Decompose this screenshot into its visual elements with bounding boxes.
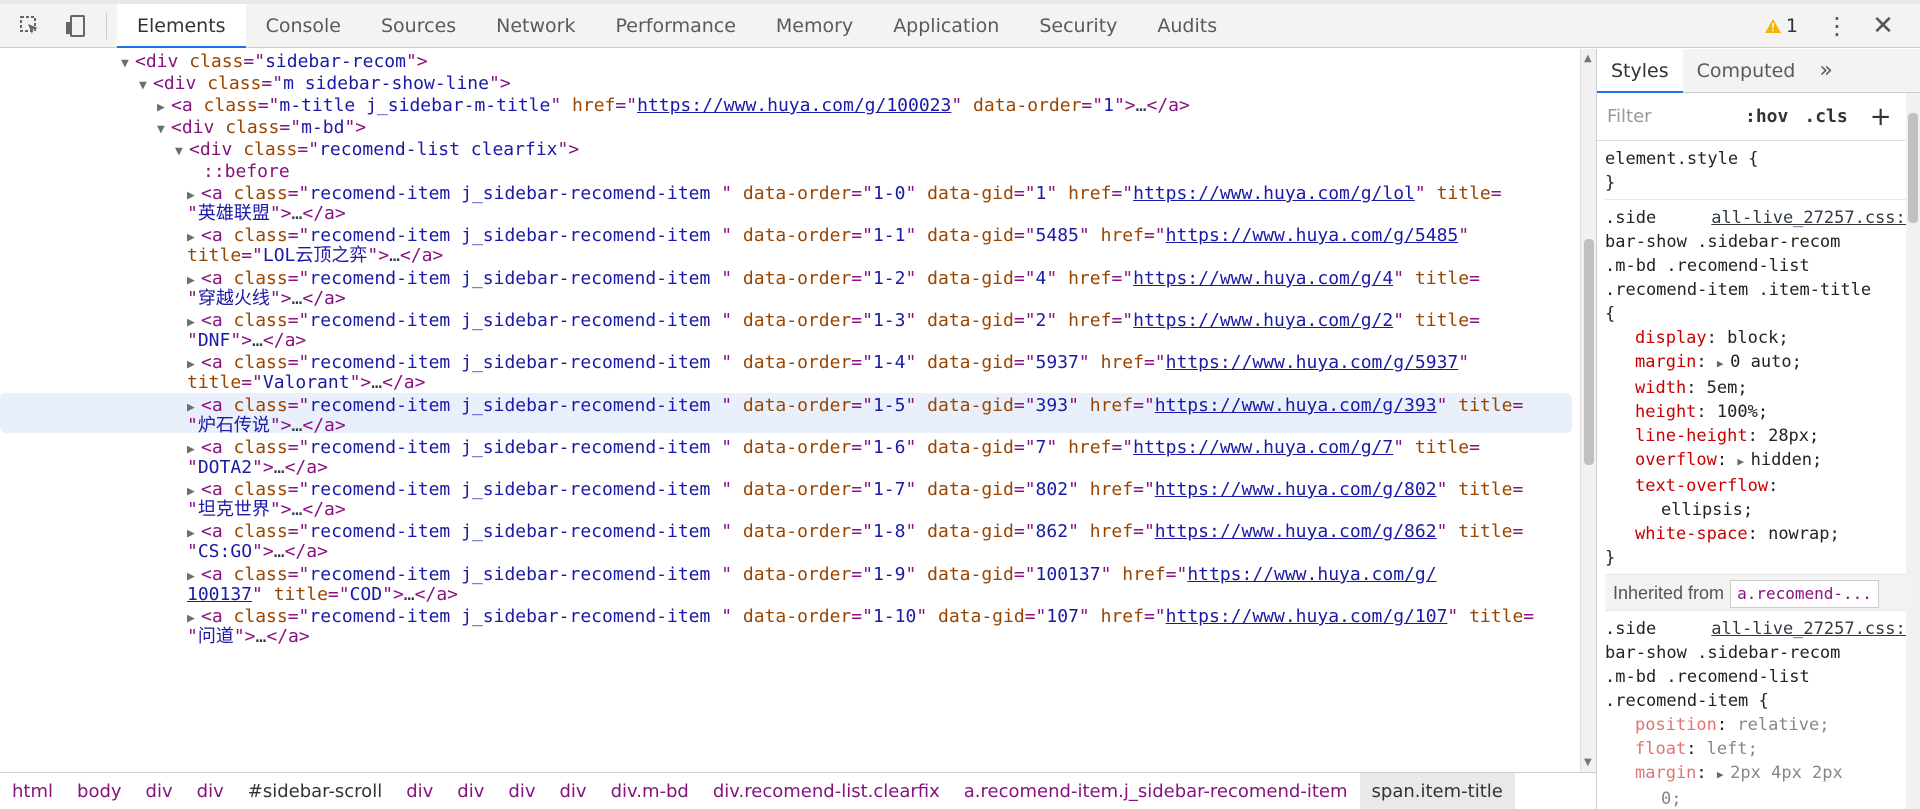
breadcrumb-item[interactable]: div	[185, 773, 236, 809]
tab-elements[interactable]: Elements	[117, 3, 246, 48]
breadcrumb-item[interactable]: div	[496, 773, 547, 809]
css-property[interactable]: ellipsis;	[1605, 498, 1920, 522]
css-property[interactable]: float: left;	[1605, 737, 1920, 761]
css-property[interactable]: margin: ▶ 2px 4px 2px	[1605, 761, 1920, 787]
more-options-icon[interactable]: ⋮	[1822, 12, 1852, 40]
styles-filter-input[interactable]: Filter	[1607, 106, 1727, 127]
tab-audits[interactable]: Audits	[1137, 4, 1237, 48]
css-property[interactable]: margin: ▶ 0 auto;	[1605, 350, 1920, 376]
inherited-element-link[interactable]: a.recomend-...	[1730, 580, 1879, 608]
breadcrumb-item[interactable]: div.recomend-list.clearfix	[701, 773, 952, 809]
toolbar-divider	[106, 12, 107, 39]
warning-count: 1	[1785, 15, 1798, 37]
breadcrumb-item[interactable]: div	[445, 773, 496, 809]
scroll-up-icon[interactable]: ▲	[1584, 53, 1592, 64]
toolbar-right: 1 ⋮ ✕	[1764, 4, 1920, 48]
tab-network[interactable]: Network	[476, 4, 595, 48]
css-property[interactable]: display: block;	[1605, 326, 1920, 350]
breadcrumb-item[interactable]: a.recomend-item.j_sidebar-recomend-item	[952, 773, 1360, 809]
css-property[interactable]: 0;	[1605, 787, 1920, 809]
rule-source-link[interactable]: all-live_27257.css:1	[1711, 617, 1920, 641]
item-title-value: 穿越火线	[197, 288, 270, 309]
css-property[interactable]: overflow: ▶ hidden;	[1605, 448, 1920, 474]
css-property[interactable]: text-overflow:	[1605, 474, 1920, 498]
styles-pane-tabs: Styles Computed »	[1597, 49, 1920, 93]
warning-icon	[1764, 19, 1781, 33]
tab-console[interactable]: Console	[246, 4, 361, 48]
devtools-toolbar: Elements Console Sources Network Perform…	[0, 3, 1920, 48]
styles-filter-bar: Filter :hov .cls +	[1597, 93, 1920, 141]
expand-shorthand-icon[interactable]: ▶	[1717, 357, 1730, 370]
css-property[interactable]: width: 5em;	[1605, 376, 1920, 400]
tab-security[interactable]: Security	[1019, 4, 1137, 48]
tree-link[interactable]: https://www.huya.com/g/100023	[637, 95, 951, 116]
tab-styles[interactable]: Styles	[1597, 49, 1683, 93]
rule-source-link[interactable]: all-live_27257.css:1	[1711, 206, 1920, 230]
styles-scrollbar[interactable]	[1906, 93, 1920, 809]
new-rule-icon[interactable]: +	[1870, 102, 1892, 132]
breadcrumb-item[interactable]: div.m-bd	[599, 773, 701, 809]
item-title-value: 问道	[197, 626, 234, 647]
more-tabs-icon[interactable]: »	[1809, 58, 1842, 83]
css-property[interactable]: line-height: 28px;	[1605, 424, 1920, 448]
styles-pane: Styles Computed » Filter :hov .cls + ele…	[1596, 49, 1920, 809]
tab-performance[interactable]: Performance	[596, 4, 756, 48]
style-rules: element.style { } .side all-live_27257.c…	[1597, 141, 1920, 809]
css-property[interactable]: white-space: nowrap;	[1605, 522, 1920, 546]
expand-shorthand-icon[interactable]: ▶	[1717, 768, 1730, 781]
expand-shorthand-icon[interactable]: ▶	[1737, 455, 1750, 468]
tab-memory[interactable]: Memory	[756, 4, 873, 48]
breadcrumb-item[interactable]: div	[134, 773, 185, 809]
scrollbar-thumb[interactable]	[1908, 113, 1918, 223]
inspect-element-icon[interactable]	[14, 10, 46, 42]
inherited-from-header: Inherited from a.recomend-...	[1605, 575, 1920, 611]
tab-sources[interactable]: Sources	[361, 4, 476, 48]
css-rule[interactable]: .side all-live_27257.css:1 bar-show .sid…	[1605, 200, 1920, 575]
breadcrumb-item[interactable]: div	[394, 773, 445, 809]
warnings-indicator[interactable]: 1	[1764, 15, 1798, 37]
tree-scrollbar[interactable]: ▲ ▼	[1580, 49, 1596, 772]
tab-application[interactable]: Application	[873, 4, 1019, 48]
item-title-value: 坦克世界	[197, 499, 270, 520]
tab-computed[interactable]: Computed	[1683, 49, 1810, 93]
item-title-value: CS:GO	[197, 541, 253, 562]
elements-tree: ▼ <div class="sidebar-recom"> ▼ <div class…	[0, 49, 1580, 772]
close-icon[interactable]: ✕	[1868, 11, 1898, 41]
breadcrumb-item[interactable]: html	[0, 773, 65, 809]
scrollbar-thumb[interactable]	[1584, 239, 1594, 465]
scroll-down-icon[interactable]: ▼	[1584, 757, 1592, 768]
css-property[interactable]: position: relative;	[1605, 713, 1920, 737]
class-toggle[interactable]: .cls	[1804, 106, 1847, 127]
item-title-value: 英雄联盟	[197, 203, 270, 224]
breadcrumb: html body div div #sidebar-scroll div di…	[0, 772, 1596, 809]
element-style-rule[interactable]: element.style { }	[1605, 141, 1920, 200]
breadcrumb-item[interactable]: body	[65, 773, 134, 809]
breadcrumb-item[interactable]: div	[547, 773, 598, 809]
css-rule[interactable]: .side all-live_27257.css:1 bar-show .sid…	[1605, 611, 1920, 809]
item-title-value: COD	[349, 584, 383, 605]
tree-node-continuation[interactable]: "问道">…</a>	[0, 624, 1572, 650]
css-property[interactable]: height: 100%;	[1605, 400, 1920, 424]
item-title-value: Valorant	[262, 372, 350, 393]
item-title-value: 炉石传说	[197, 415, 270, 436]
device-toggle-icon[interactable]	[60, 10, 92, 42]
item-title-value: DNF	[197, 330, 231, 351]
breadcrumb-item-active[interactable]: span.item-title	[1359, 773, 1515, 809]
hover-state-toggle[interactable]: :hov	[1745, 106, 1788, 127]
breadcrumb-item[interactable]: #sidebar-scroll	[236, 773, 394, 809]
item-title-value: DOTA2	[197, 457, 253, 478]
item-title-value: LOL云顶之弈	[262, 245, 368, 266]
